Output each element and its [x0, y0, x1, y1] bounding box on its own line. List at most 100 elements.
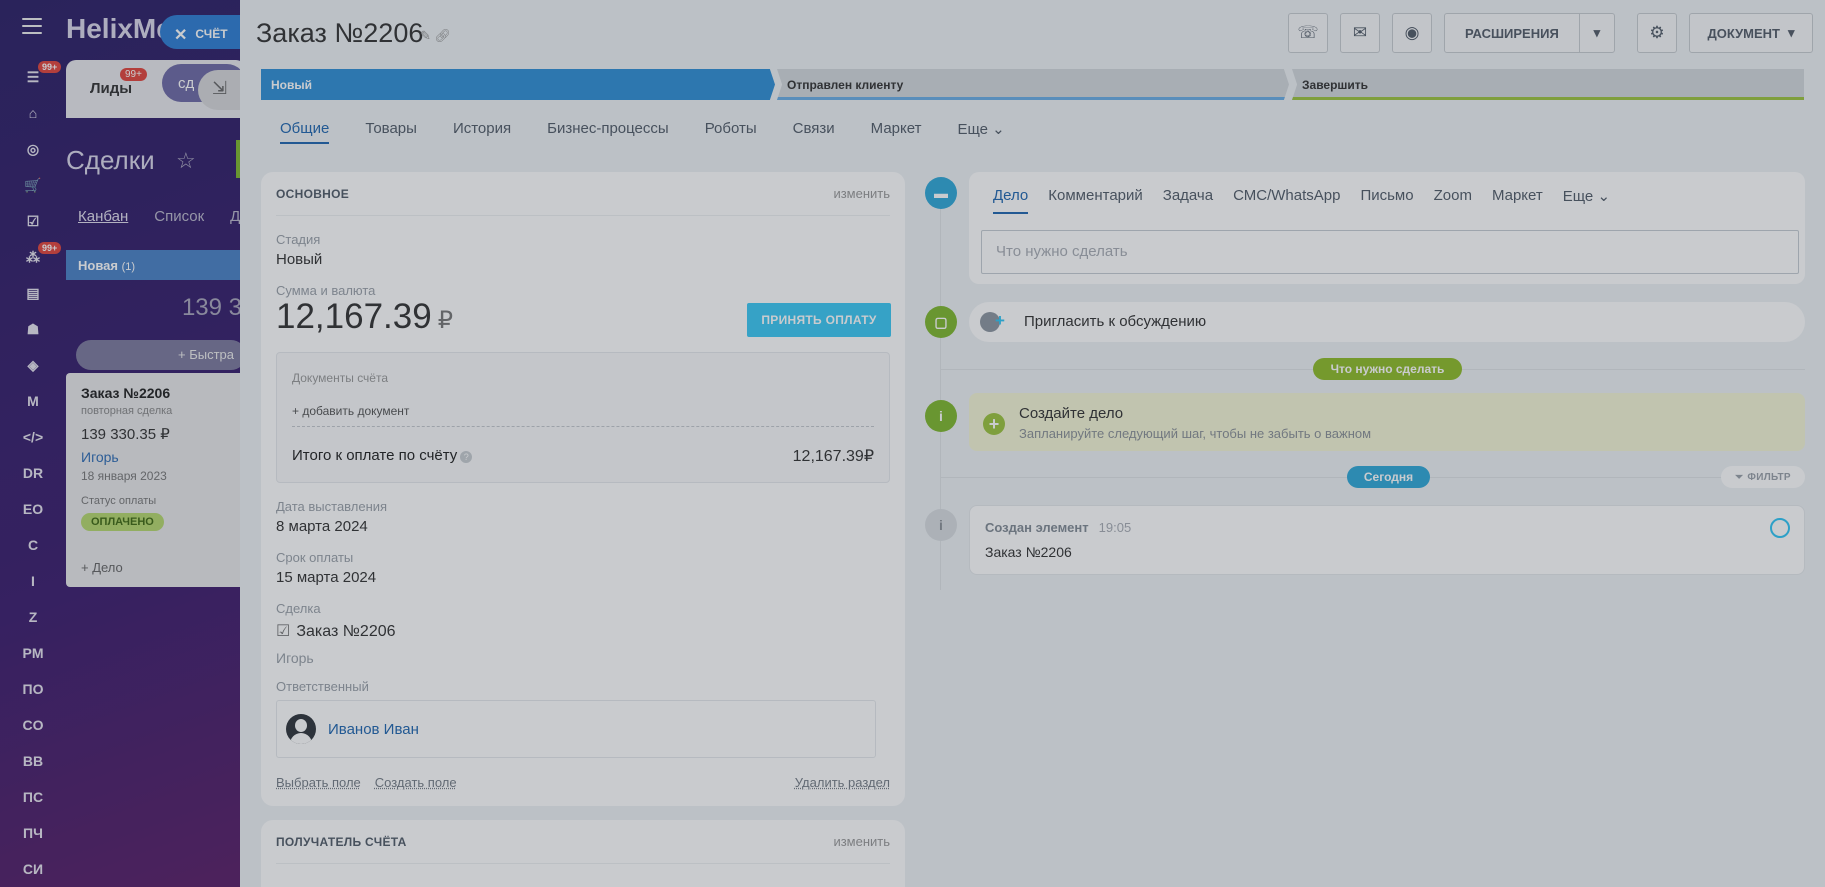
nav-home-icon[interactable]: ⌂: [0, 98, 66, 128]
quick-add-button[interactable]: + Быстра: [76, 340, 246, 370]
slider-close-tab[interactable]: ✕ СЧЁТ: [160, 15, 250, 49]
left-nav: ☰ 99+ ⌂ ◎ 🛒 ☑ ⁂ 99+ ▤ ☗ ◈ M </> DR EO C …: [0, 0, 66, 887]
nav-item-7[interactable]: CO: [0, 710, 66, 740]
responsible-field: Иванов Иван: [276, 700, 876, 758]
nav-contacts-icon[interactable]: ▤: [0, 278, 66, 308]
editor-tab-comment[interactable]: Комментарий: [1048, 187, 1142, 214]
responsible-label: Ответственный: [276, 679, 369, 694]
nav-robot-icon[interactable]: ☗: [0, 314, 66, 344]
tab-bizproc[interactable]: Бизнес-процессы: [547, 120, 669, 144]
editor-tab-more[interactable]: Еще ⌄: [1563, 187, 1610, 214]
invite-label: Пригласить к обсуждению: [1024, 313, 1207, 330]
stage-finish[interactable]: Завершить: [1292, 69, 1804, 100]
activity-input[interactable]: Что нужно сделать: [981, 230, 1799, 274]
editor-tab-task[interactable]: Задача: [1163, 187, 1213, 214]
nav-code-icon[interactable]: </>: [0, 422, 66, 452]
nav-item-2[interactable]: C: [0, 530, 66, 560]
envelope-icon: ✉: [1352, 23, 1368, 42]
tab-market[interactable]: Маркет: [871, 120, 922, 144]
nav-m-icon[interactable]: M: [0, 386, 66, 416]
issue-date-label: Дата выставления: [276, 499, 388, 514]
due-date-label: Срок оплаты: [276, 550, 354, 565]
stage-value: Новый: [276, 251, 323, 268]
view-kanban[interactable]: Канбан: [78, 208, 128, 225]
tab-history[interactable]: История: [453, 120, 511, 144]
deal-value[interactable]: ☑ Заказ №2206: [276, 621, 396, 641]
nav-item-4[interactable]: Z: [0, 602, 66, 632]
avatar[interactable]: [286, 714, 316, 744]
tab-more[interactable]: Еще ⌄: [957, 120, 1004, 144]
slider-tab-label: СЧЁТ: [195, 27, 228, 41]
card-contact[interactable]: Игорь: [81, 449, 231, 465]
editor-tab-activity[interactable]: Дело: [993, 187, 1029, 214]
nav-item-9[interactable]: ПС: [0, 782, 66, 812]
extensions-button[interactable]: РАСШИРЕНИЯ ▾: [1444, 13, 1615, 53]
link-icon[interactable]: 🔗︎: [435, 28, 452, 43]
editor-tab-zoom[interactable]: Zoom: [1434, 187, 1472, 214]
view-other[interactable]: Д: [230, 208, 240, 225]
event-time: 19:05: [1098, 520, 1132, 535]
settings-button[interactable]: ⚙: [1637, 13, 1677, 53]
invoice-documents: Документы счёта + добавить документ Итог…: [276, 352, 890, 483]
pencil-icon[interactable]: ✎: [420, 28, 431, 43]
nav-item-0[interactable]: DR: [0, 458, 66, 488]
document-button[interactable]: ДОКУМЕНТ ▾: [1689, 13, 1813, 53]
nav-item-6[interactable]: ПО: [0, 674, 66, 704]
nav-item-8[interactable]: BB: [0, 746, 66, 776]
stage-sent[interactable]: Отправлен клиенту: [777, 69, 1289, 100]
column-count: (1): [121, 261, 136, 273]
help-icon[interactable]: ?: [460, 451, 473, 463]
create-activity-block[interactable]: + Создайте дело Запланируйте следующий ш…: [969, 393, 1805, 451]
card-add-activity[interactable]: + Дело: [81, 560, 123, 575]
chevron-down-icon[interactable]: ▾: [1578, 14, 1614, 52]
plus-circle-icon[interactable]: +: [983, 413, 1005, 435]
view-list[interactable]: Список: [154, 208, 204, 225]
nav-item-3[interactable]: I: [0, 566, 66, 596]
email-button[interactable]: ✉: [1340, 13, 1380, 53]
chat-button[interactable]: ◉: [1392, 13, 1432, 53]
column-sum: 139 3: [181, 294, 242, 321]
deal-card[interactable]: Заказ №2206 повторная сделка 139 330.35 …: [66, 373, 246, 587]
status-badge: ОПЛАЧЕНО: [81, 513, 164, 531]
responsible-name[interactable]: Иванов Иван: [328, 721, 419, 738]
contact-value: Игорь: [276, 650, 314, 666]
stage-new[interactable]: Новый: [261, 69, 775, 100]
editor-tab-sms[interactable]: СМС/WhatsApp: [1233, 187, 1340, 214]
tab-products[interactable]: Товары: [365, 120, 417, 144]
phone-button[interactable]: ☏: [1288, 13, 1328, 53]
total-label: Итого к оплате по счёту?: [292, 447, 473, 464]
accept-payment-button[interactable]: ПРИНЯТЬ ОПЛАТУ: [747, 303, 891, 337]
nav-target-icon[interactable]: ◎: [0, 134, 66, 164]
editor-tab-email[interactable]: Письмо: [1360, 187, 1413, 214]
divider: [292, 426, 874, 427]
nav-tasks-icon[interactable]: ☑: [0, 206, 66, 236]
event-body[interactable]: Заказ №2206: [985, 544, 1072, 560]
filter-button[interactable]: ⏷ ФИЛЬТР: [1721, 466, 1805, 488]
currency-symbol: ₽: [437, 307, 453, 334]
editor-tab-more-label: Еще: [1562, 188, 1594, 205]
add-document-link[interactable]: + добавить документ: [292, 404, 409, 418]
create-field-link[interactable]: Создать поле: [375, 775, 457, 790]
menu-icon[interactable]: [22, 18, 42, 34]
delete-section-link[interactable]: Удалить раздел: [795, 775, 890, 790]
total-label-text: Итого к оплате по счёту: [292, 447, 458, 464]
card-subtitle: повторная сделка: [81, 405, 173, 417]
section-edit-link[interactable]: изменить: [833, 186, 890, 201]
card-title: Заказ №2206: [81, 385, 171, 401]
chat-bubble-icon: ▢: [925, 306, 957, 338]
choose-field-link[interactable]: Выбрать поле: [276, 775, 361, 790]
nav-box-icon[interactable]: ◈: [0, 350, 66, 380]
tab-robots[interactable]: Роботы: [705, 120, 757, 144]
nav-item-11[interactable]: СИ: [0, 854, 66, 884]
editor-tab-market[interactable]: Маркет: [1492, 187, 1543, 214]
tab-links[interactable]: Связи: [793, 120, 835, 144]
nav-cart-icon[interactable]: 🛒: [0, 170, 66, 200]
section-title: ОСНОВНОЕ: [276, 187, 350, 201]
tab-general[interactable]: Общие: [280, 120, 330, 144]
invite-discussion[interactable]: + Пригласить к обсуждению: [969, 302, 1805, 342]
nav-item-5[interactable]: PM: [0, 638, 66, 668]
nav-item-1[interactable]: EO: [0, 494, 66, 524]
nav-item-10[interactable]: ПЧ: [0, 818, 66, 848]
star-icon[interactable]: ☆: [176, 148, 196, 174]
section-edit-link[interactable]: изменить: [833, 834, 890, 849]
